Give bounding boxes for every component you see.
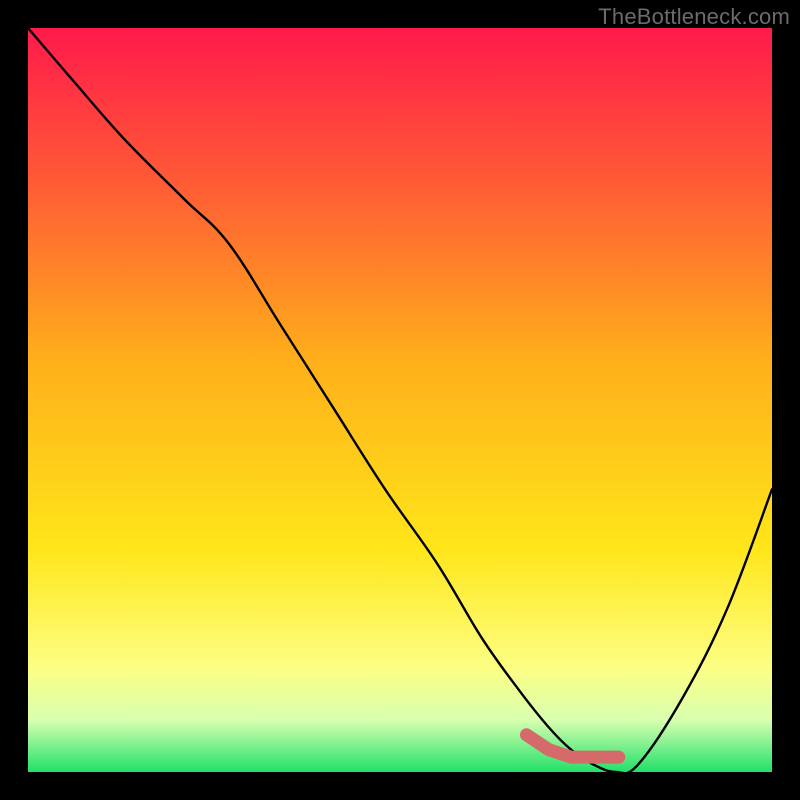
bottleneck-chart: [28, 28, 772, 772]
chart-frame: TheBottleneck.com: [0, 0, 800, 800]
watermark-text: TheBottleneck.com: [598, 4, 790, 30]
gradient-background: [28, 28, 772, 772]
